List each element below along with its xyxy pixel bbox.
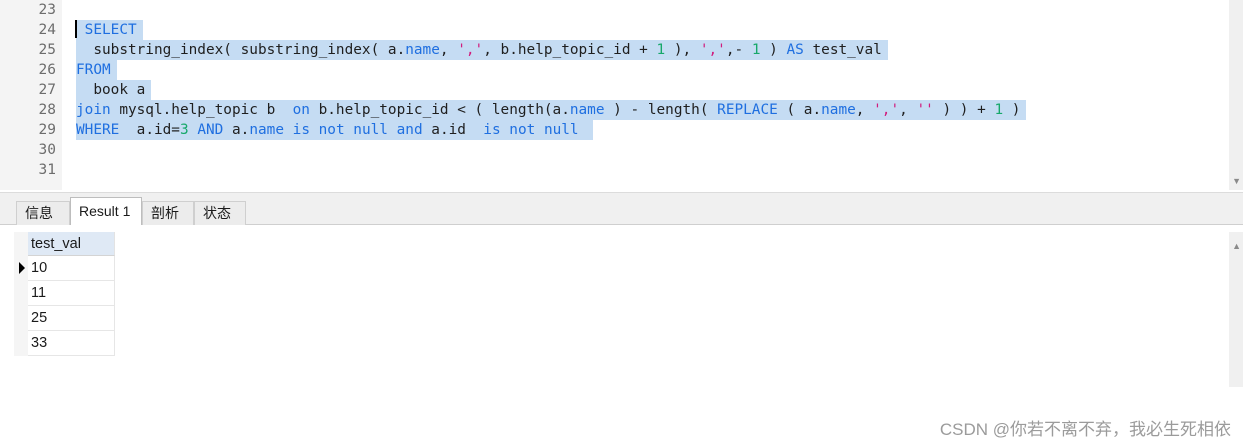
line-number: 29 [38,122,56,138]
code-token: ) [1003,102,1021,118]
code-token: ',' [457,42,484,58]
code-token: ) ) + [933,102,995,118]
code-token: name [821,102,856,118]
line-number: 27 [38,82,56,98]
code-line[interactable]: book a [76,80,152,100]
code-token: FROM [76,62,111,78]
table-row[interactable]: 25 [28,306,115,331]
code-token: , [899,102,917,118]
tab-status[interactable]: 状态 [194,201,246,226]
code-token: b.help_topic_id < ( length(a. [309,102,570,118]
code-line[interactable]: WHERE a.id=3 AND a.name is not null and … [76,120,594,140]
code-token: 1 [751,42,761,58]
code-token: ) [760,42,787,58]
code-line[interactable]: join mysql.help_topic b on b.help_topic_… [76,100,1027,120]
code-token: test_val [803,42,882,58]
code-token: SELECT [84,22,137,38]
code-token: 3 [179,122,189,138]
sql-editor[interactable]: 23 24 25 26 27 28 29 30 31 SELECT substring_inde… [0,0,1243,192]
results-vertical-scrollbar[interactable]: ▲ [1229,232,1243,387]
code-token: 1 [656,42,666,58]
line-number: 26 [38,62,56,78]
code-token: ,- [725,42,752,58]
result-tab-bar: 信息 Result 1 剖析 状态 [0,192,1243,226]
code-token: name [249,122,284,138]
code-token: , b.help_topic_id + [483,42,657,58]
tab-info[interactable]: 信息 [16,201,70,226]
line-number: 30 [38,142,56,158]
table-row[interactable]: 10 [28,256,115,281]
code-token: WHERE [76,122,120,138]
table-cell[interactable]: 25 [28,306,115,331]
code-token: is not null [483,122,579,138]
code-token: ) - length( [604,102,718,118]
line-number: 23 [38,2,56,18]
watermark: CSDN @你若不离不弃，我必生死相依 [939,420,1231,439]
table-cell[interactable]: 10 [28,256,115,281]
code-line[interactable]: substring_index( substring_index( a.name… [76,40,888,60]
code-token: ), [665,42,700,58]
code-token: , [855,102,874,118]
line-number-gutter: 23 24 25 26 27 28 29 30 31 [0,0,62,190]
code-token: a.id [422,122,484,138]
tab-result-1[interactable]: Result 1 [70,197,142,226]
line-number: 28 [38,102,56,118]
code-token: on [292,102,310,118]
code-token: name [569,102,605,118]
scroll-up-arrow-icon[interactable]: ▲ [1232,241,1241,251]
table-cell[interactable]: 11 [28,281,115,306]
code-token: AND [197,122,224,138]
table-row[interactable]: 11 [28,281,115,306]
line-number: 24 [38,22,56,38]
editor-vertical-scrollbar[interactable]: ▼ [1229,0,1243,190]
code-token: a.id= [119,122,180,138]
line-number: 31 [38,162,56,178]
table-row[interactable]: 33 [28,331,115,356]
text-caret [75,20,77,38]
row-indicator-column [14,232,28,356]
code-token: name [405,42,440,58]
line-number: 25 [38,42,56,58]
current-row-pointer-icon [19,262,25,274]
grid-body: 10 11 25 33 [28,256,115,356]
code-line[interactable]: FROM [76,60,117,80]
scroll-down-arrow-icon[interactable]: ▼ [1232,176,1241,186]
code-token: a. [223,122,250,138]
grid-header-row: test_val [28,232,115,256]
result-grid: test_val 10 11 25 33 [28,232,115,356]
code-token: mysql.help_topic b [110,102,293,118]
code-token: , [439,42,458,58]
column-header-test-val[interactable]: test_val [28,232,115,256]
code-token: substring_index( substring_index( a. [76,42,406,58]
result-grid-panel: test_val 10 11 25 33 ▲ [0,225,1243,446]
code-token: AS [786,42,804,58]
code-token: ( a. [777,102,822,118]
code-token: 1 [994,102,1004,118]
table-cell[interactable]: 33 [28,331,115,356]
code-token: '' [916,102,934,118]
code-token: ',' [699,42,726,58]
code-token: book a [76,82,146,98]
tab-profile[interactable]: 剖析 [142,201,194,226]
code-token: join [76,102,111,118]
code-token: REPLACE [717,102,778,118]
code-line[interactable]: SELECT [76,20,143,40]
code-area[interactable]: SELECT substring_index( substring_index(… [76,0,1229,190]
code-token: and [396,122,423,138]
code-token: is not null [292,122,388,138]
code-token: ',' [873,102,900,118]
